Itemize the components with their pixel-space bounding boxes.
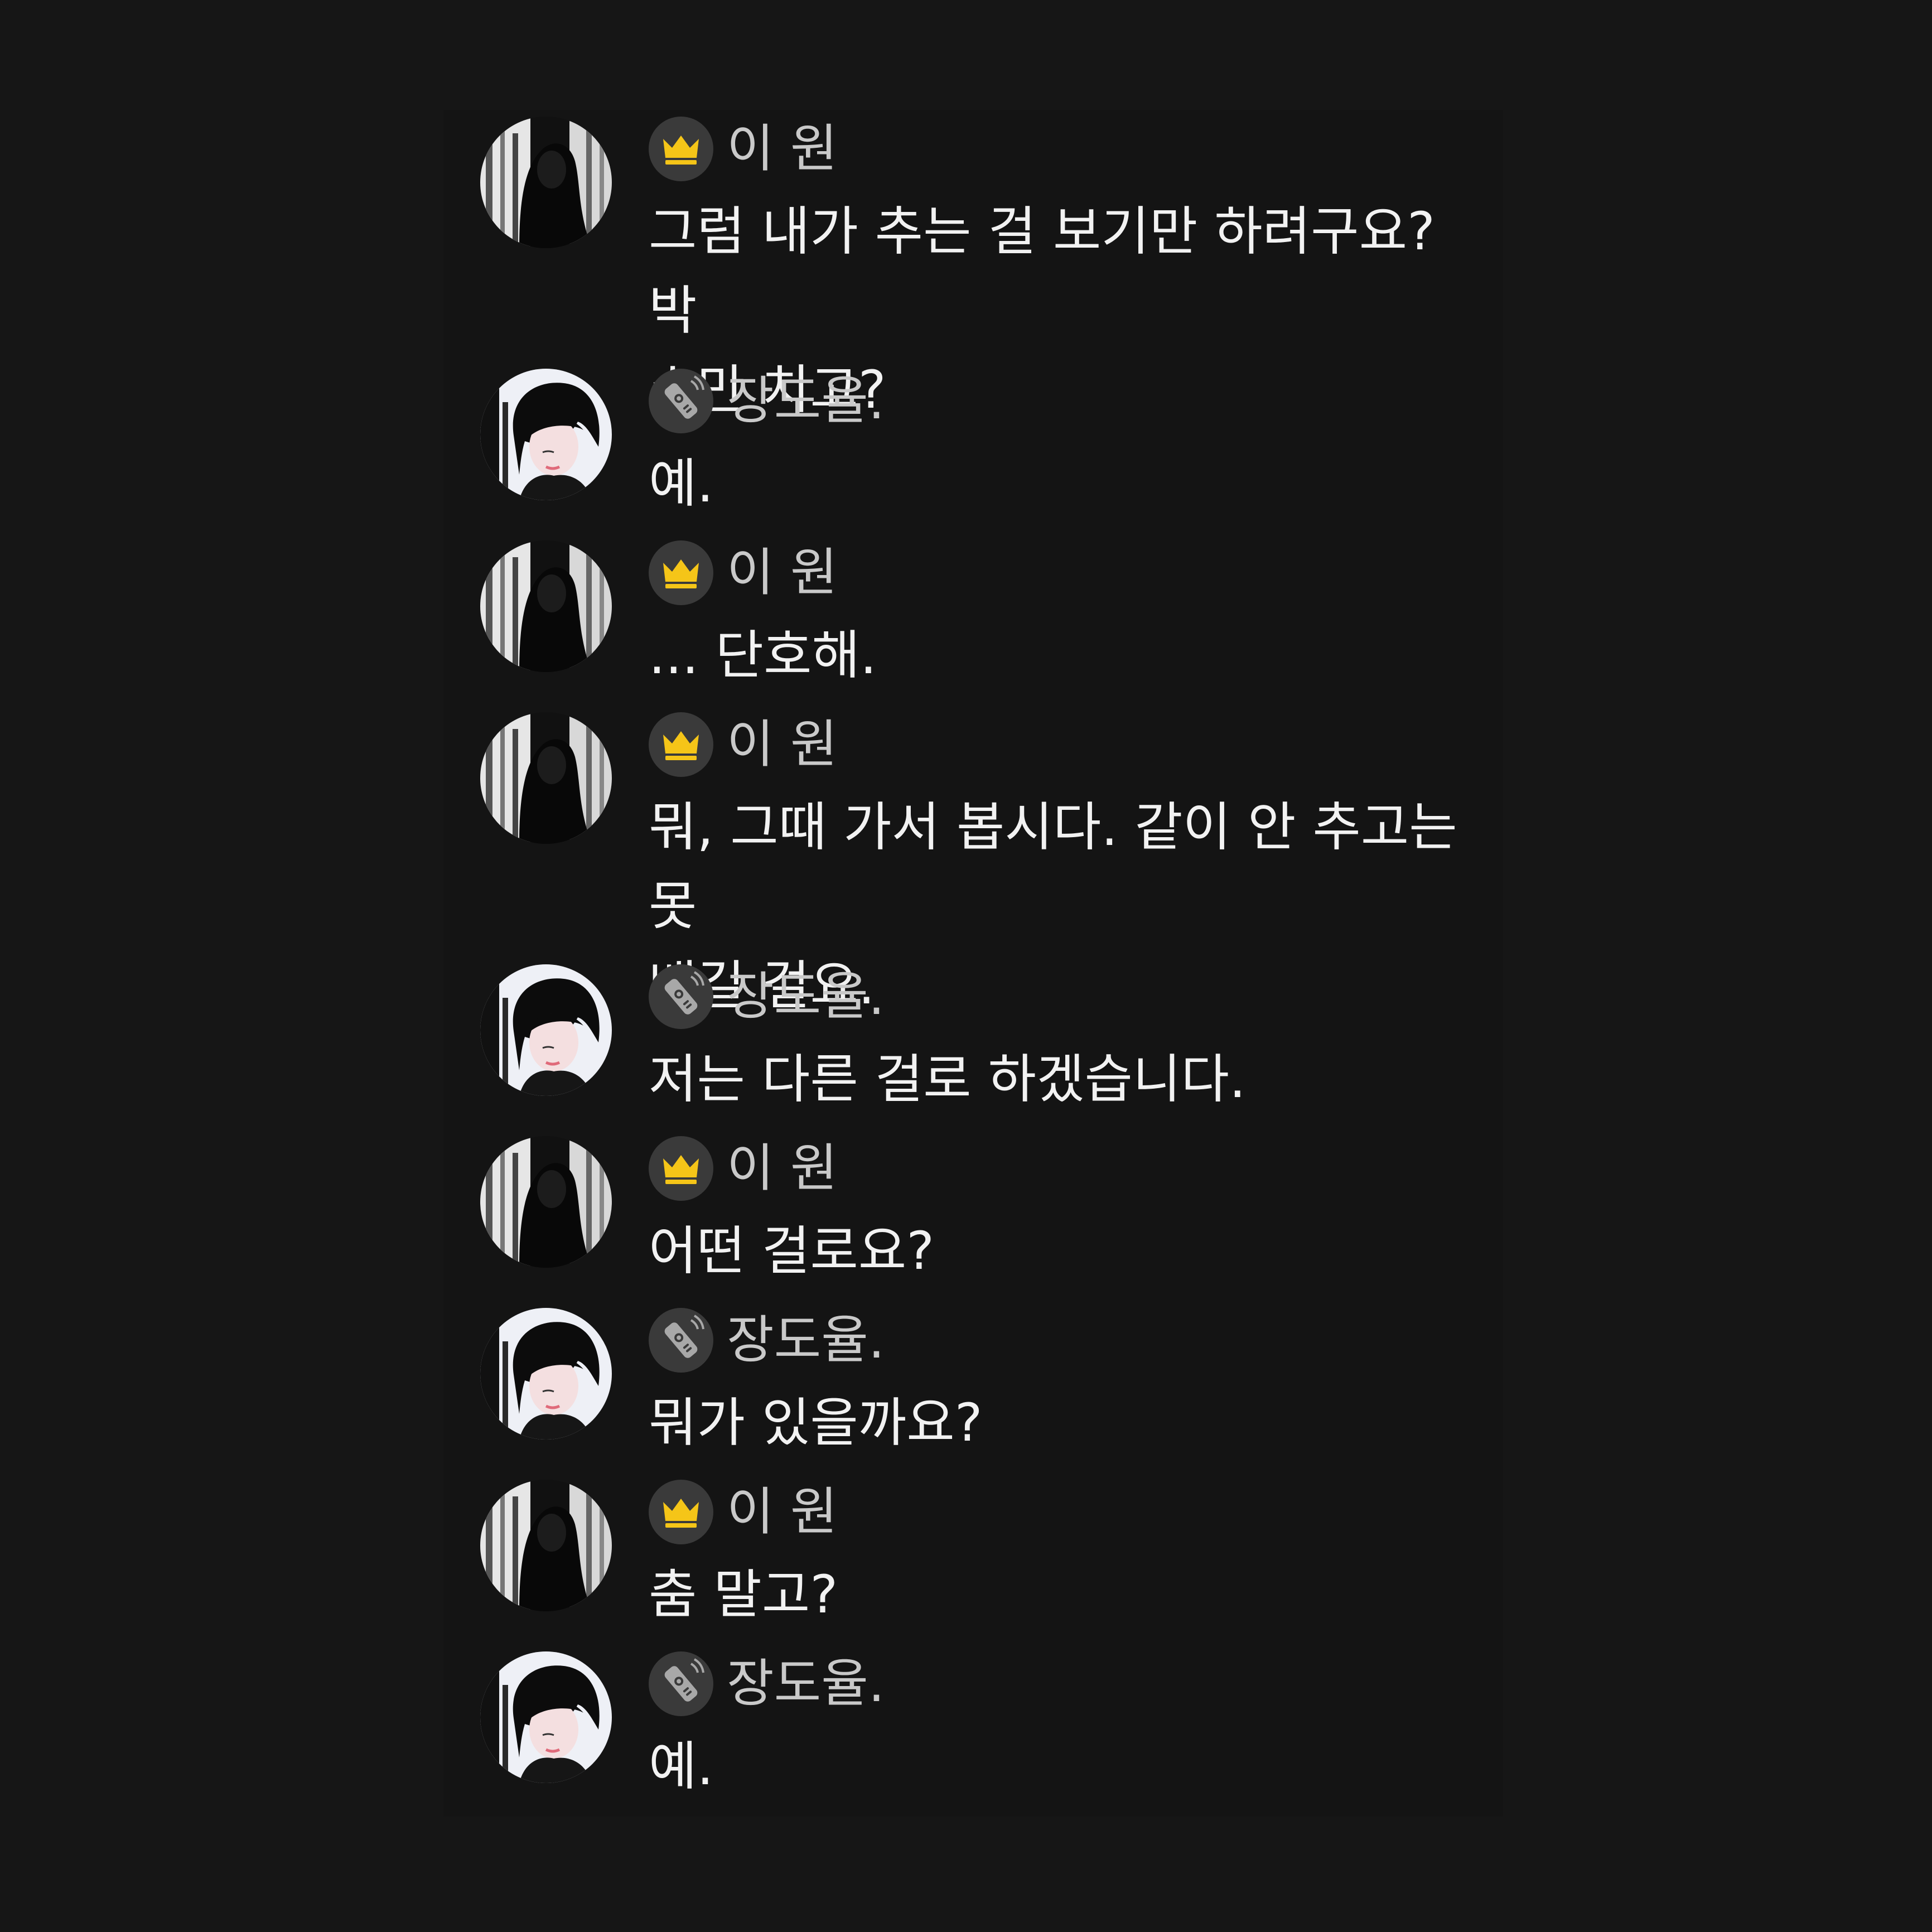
sender-name[interactable]: 이 원 [727, 706, 838, 784]
sender-name[interactable]: 장도율. [727, 958, 885, 1036]
crown-icon [649, 1136, 713, 1201]
sender-name[interactable]: 이 원 [727, 110, 838, 188]
message-text: 예. [649, 453, 714, 514]
remote-control-icon [649, 1308, 713, 1373]
crown-icon [649, 712, 713, 777]
sender-name[interactable]: 이 원 [727, 1473, 838, 1551]
avatar-iwon[interactable] [480, 1480, 612, 1611]
crown-icon [649, 540, 713, 605]
chat-log[interactable]: 이 원그럼 내가 추는 걸 보기만 하려구요? 박 수만 치고?장도율.예.이 … [443, 110, 1503, 1817]
sender-name[interactable]: 이 원 [727, 1129, 838, 1208]
remote-control-icon [649, 369, 713, 433]
avatar-jangdoyul[interactable] [480, 964, 612, 1096]
sender-name[interactable]: 장도율. [727, 362, 885, 440]
crown-icon [649, 1480, 713, 1544]
message-text: 어떤 걸로요? [649, 1221, 935, 1282]
avatar-jangdoyul[interactable] [480, 369, 612, 500]
message-text: 저는 다른 걸로 하겠습니다. [649, 1049, 1246, 1110]
avatar-jangdoyul[interactable] [480, 1308, 612, 1440]
message-text: ... 단호해. [649, 625, 877, 686]
message-text: 뭐가 있을까요? [649, 1393, 983, 1453]
sender-name[interactable]: 장도율. [727, 1301, 885, 1379]
avatar-iwon[interactable] [480, 712, 612, 844]
remote-control-icon [649, 1651, 713, 1716]
avatar-jangdoyul[interactable] [480, 1651, 612, 1783]
message-text: 예. [649, 1736, 714, 1797]
message-text: 춤 말고? [649, 1564, 838, 1625]
sender-name[interactable]: 장도율. [727, 1645, 885, 1723]
sender-name[interactable]: 이 원 [727, 534, 838, 612]
remote-control-icon [649, 964, 713, 1029]
avatar-iwon[interactable] [480, 117, 612, 248]
avatar-iwon[interactable] [480, 1136, 612, 1268]
crown-icon [649, 117, 713, 181]
avatar-iwon[interactable] [480, 540, 612, 672]
